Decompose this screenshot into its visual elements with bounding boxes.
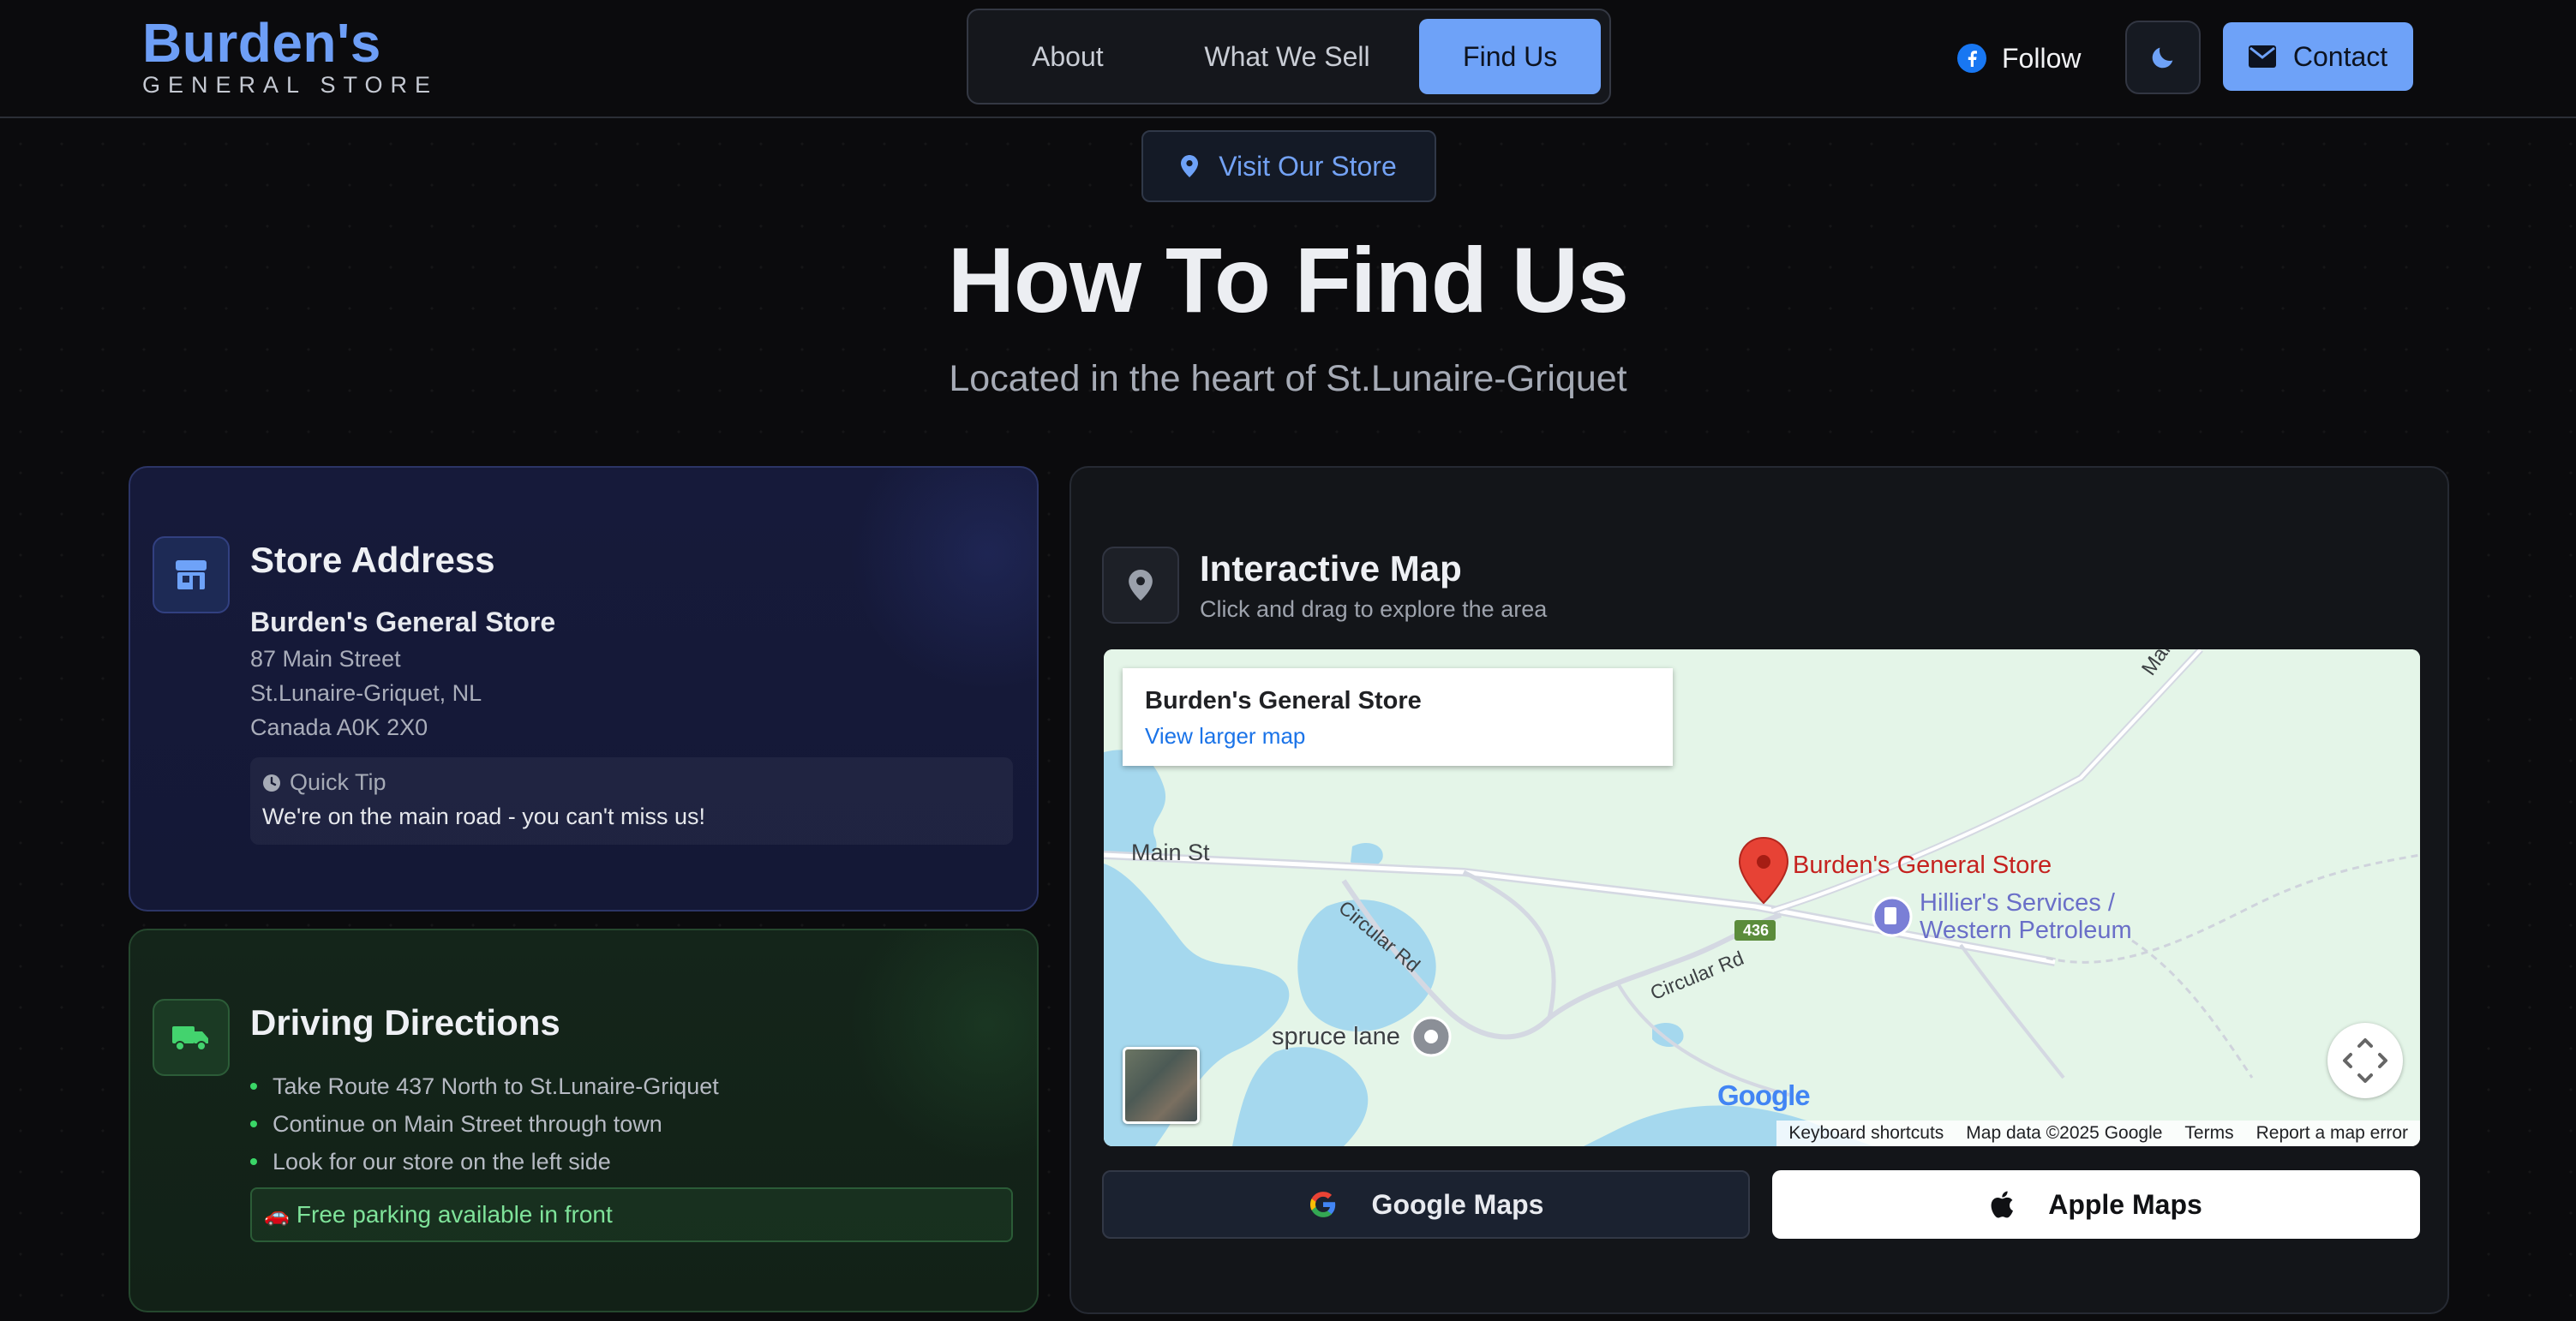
apple-maps-button[interactable]: Apple Maps: [1772, 1170, 2420, 1239]
fullscreen-button[interactable]: [2327, 1023, 2403, 1098]
follow-label: Follow: [2002, 42, 2082, 74]
quick-tip-text: We're on the main road - you can't miss …: [262, 804, 706, 829]
main-nav: About What We Sell Find Us: [967, 9, 1611, 105]
bullet-dot: [250, 1121, 257, 1127]
store-address-title: Store Address: [250, 540, 495, 580]
mail-icon: [2248, 45, 2276, 68]
map-info-store-name: Burden's General Store: [1145, 687, 1422, 714]
store-address-card: Store Address Burden's General Store 87 …: [129, 466, 1039, 912]
address-line-country: Canada A0K 2X0: [250, 714, 428, 740]
store-name: Burden's General Store: [250, 607, 556, 637]
brand-logo[interactable]: Burden's GENERAL STORE: [142, 15, 438, 98]
page-title: How To Find Us: [948, 228, 1629, 332]
google-maps-button[interactable]: Google Maps: [1102, 1170, 1750, 1239]
expand-icon: [2343, 1038, 2387, 1083]
map-place-spruce-lane: spruce lane: [1272, 1023, 1400, 1050]
page-subtitle: Located in the heart of St.Lunaire-Griqu…: [949, 358, 1627, 399]
map-poi-label-line2[interactable]: Western Petroleum: [1920, 917, 2132, 944]
google-icon: [1309, 1192, 1335, 1217]
clock-icon: [263, 774, 280, 792]
interactive-map-subtitle: Click and drag to explore the area: [1200, 596, 1548, 622]
address-line-street: 87 Main Street: [250, 646, 401, 672]
car-icon: 🚗: [264, 1203, 290, 1227]
map-poi-label-line1[interactable]: Hillier's Services /: [1920, 889, 2115, 917]
theme-toggle-button[interactable]: [2125, 21, 2201, 94]
map-data-credit: Map data ©2025 Google: [1966, 1123, 2163, 1143]
apple-maps-label: Apple Maps: [2048, 1188, 2202, 1220]
map-route-shield: 436: [1742, 922, 1770, 939]
keyboard-shortcuts-link[interactable]: Keyboard shortcuts: [1788, 1123, 1944, 1144]
visit-store-badge: Visit Our Store: [1141, 130, 1436, 202]
nav-item-what-we-sell[interactable]: What We Sell: [1159, 19, 1417, 94]
facebook-icon: [1957, 44, 1986, 73]
contact-button[interactable]: Contact: [2223, 22, 2413, 91]
brand-title: Burden's: [142, 12, 381, 74]
view-larger-map-link[interactable]: View larger map: [1145, 723, 1305, 750]
driving-directions-title: Driving Directions: [250, 1002, 560, 1043]
bullet-dot: [250, 1083, 257, 1090]
google-maps-label: Google Maps: [1371, 1188, 1544, 1220]
bullet-dot: [250, 1158, 257, 1165]
directions-list: Take Route 437 North to St.Lunaire-Griqu…: [250, 1067, 719, 1181]
map-info-box: Burden's General Store View larger map: [1123, 668, 1673, 766]
store-icon: [176, 560, 207, 589]
map-pin-icon-box: [1102, 547, 1179, 624]
follow-link[interactable]: Follow: [1957, 34, 2081, 82]
interactive-map-card: Interactive Map Click and drag to explor…: [1069, 466, 2449, 1314]
apple-icon: [1991, 1191, 2014, 1218]
interactive-map-title: Interactive Map: [1200, 548, 1462, 589]
truck-icon-box: [153, 999, 230, 1076]
map-pin-label[interactable]: Burden's General Store: [1793, 852, 2052, 880]
google-logo: Google: [1717, 1079, 1811, 1111]
satellite-toggle-button[interactable]: [1123, 1047, 1200, 1124]
map-pin-icon: [1129, 570, 1153, 601]
map-attribution: Keyboard shortcuts Map data ©2025 Google…: [1776, 1121, 2420, 1146]
nav-item-about[interactable]: About: [977, 19, 1159, 94]
site-header: Burden's GENERAL STORE About What We Sel…: [0, 0, 2576, 118]
parking-note: 🚗 Free parking available in front: [250, 1187, 1013, 1242]
nav-item-find-us[interactable]: Find Us: [1419, 19, 1601, 94]
quick-tip-label: Quick Tip: [262, 769, 386, 796]
report-map-error-link[interactable]: Report a map error: [2256, 1123, 2408, 1144]
visit-store-label: Visit Our Store: [1219, 150, 1397, 182]
map-road-main-st: Main St: [1131, 840, 1210, 865]
brand-subtitle: GENERAL STORE: [142, 72, 439, 98]
truck-icon: [172, 1026, 208, 1051]
terms-link[interactable]: Terms: [2184, 1123, 2233, 1144]
store-icon-box: [153, 536, 230, 613]
map-pin-icon: [1181, 155, 1199, 177]
address-line-city: St.Lunaire-Griquet, NL: [250, 680, 482, 706]
quick-tip-box: Quick Tip We're on the main road - you c…: [250, 757, 1013, 845]
embedded-map[interactable]: Main St Main Circular Rd Circular Rd 436…: [1104, 649, 2420, 1146]
list-item: Look for our store on the left side: [250, 1143, 719, 1181]
driving-directions-card: Driving Directions Take Route 437 North …: [129, 929, 1039, 1312]
list-item: Take Route 437 North to St.Lunaire-Griqu…: [250, 1067, 719, 1105]
moon-icon: [2152, 47, 2173, 69]
contact-label: Contact: [2292, 40, 2388, 72]
list-item: Continue on Main Street through town: [250, 1105, 719, 1143]
parking-note-text: Free parking available in front: [296, 1201, 613, 1228]
